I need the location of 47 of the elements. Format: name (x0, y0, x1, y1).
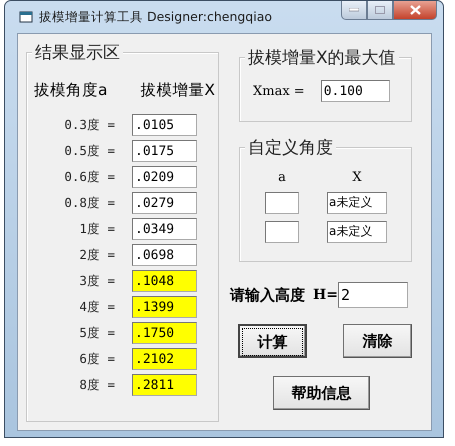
angle-input[interactable] (265, 192, 299, 214)
angle-label: 0.6度 = (63, 168, 115, 186)
result-field[interactable]: .2102 (132, 348, 197, 370)
close-icon (410, 5, 420, 15)
column-header: X (351, 170, 363, 184)
angle-label: 6度 = (78, 350, 115, 368)
xmax-label: Xmax = (253, 84, 305, 98)
result-field[interactable]: .0105 (132, 114, 197, 136)
angle-label: 0.3度 = (63, 116, 115, 134)
angle-label: 0.8度 = (63, 194, 115, 212)
height-input[interactable]: 2 (338, 282, 408, 308)
calculate-button[interactable]: 计算 (238, 324, 307, 358)
angle-label: 1度 = (78, 220, 115, 238)
angle-label: 2度 = (78, 246, 115, 264)
result-field[interactable]: .0279 (132, 192, 197, 214)
window-icon (19, 11, 33, 23)
angle-label: 0.5度 = (63, 142, 115, 160)
custom-result-field[interactable]: a未定义 (327, 220, 387, 242)
custom-result-field[interactable]: a未定义 (327, 192, 387, 214)
window-title: 拔模增量计算工具 Designer:chengqiao (39, 8, 272, 26)
result-field[interactable]: .2811 (132, 374, 197, 396)
result-field[interactable]: .0175 (132, 140, 197, 162)
result-field[interactable]: .1048 (132, 270, 197, 292)
result-field[interactable]: .1750 (132, 322, 197, 344)
column-header: a (277, 170, 287, 184)
angle-label: 5度 = (78, 324, 115, 342)
column-header: 拔模角度a (34, 80, 108, 101)
minimize-icon (349, 8, 359, 12)
xmax-field[interactable]: 0.100 (320, 80, 390, 102)
column-header: 拔模增量X (140, 80, 215, 101)
help-button[interactable]: 帮助信息 (273, 376, 370, 410)
height-label: 请输入高度 (230, 286, 305, 304)
result-field[interactable]: .1399 (132, 296, 197, 318)
result-field[interactable]: .0209 (132, 166, 197, 188)
clear-button[interactable]: 清除 (343, 324, 412, 358)
maximize-icon (375, 6, 385, 14)
angle-label: 8度 = (78, 376, 115, 394)
close-button[interactable] (393, 1, 437, 20)
height-prefix: H= (313, 287, 338, 303)
angle-label: 4度 = (78, 298, 115, 316)
result-field[interactable]: .0349 (132, 218, 197, 240)
angle-input[interactable] (265, 220, 299, 242)
group-title: 自定义角度 (245, 136, 336, 159)
result-field[interactable]: .0698 (132, 244, 197, 266)
maximize-button[interactable] (367, 1, 393, 20)
minimize-button[interactable] (341, 1, 367, 20)
angle-label: 3度 = (78, 272, 115, 290)
